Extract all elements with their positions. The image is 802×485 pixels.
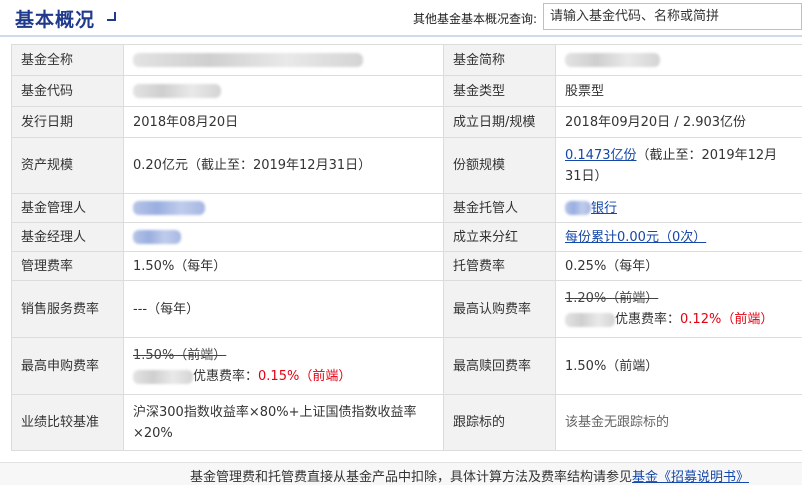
label-mgmt-fee: 管理费率	[11, 251, 124, 281]
footer-text: 基金管理费和托管费直接从基金产品中扣除，具体计算方法及费率结构请参见	[190, 470, 633, 485]
label-full-name: 基金全称	[11, 44, 124, 76]
page-title: 基本概况	[15, 9, 96, 31]
label-share-scale: 份额规模	[443, 137, 556, 194]
label-fund-code: 基金代码	[11, 75, 124, 107]
label-fund-manager: 基金经理人	[11, 222, 124, 252]
footer-note: 基金管理费和托管费直接从基金产品中扣除，具体计算方法及费率结构请参见基金《招募说…	[0, 462, 802, 485]
label-custodian: 基金托管人	[443, 193, 556, 223]
value-establish: 2018年09月20日 / 2.903亿份	[555, 106, 802, 138]
share-scale-link[interactable]: 0.1473亿份	[565, 148, 637, 163]
value-custodian: 银行	[555, 193, 802, 223]
label-fund-type: 基金类型	[443, 75, 556, 107]
label-max-purchase: 最高申购费率	[11, 337, 124, 395]
label-custody-fee: 托管费率	[443, 251, 556, 281]
corner-arrow-icon	[107, 12, 116, 21]
custodian-link[interactable]: 银行	[565, 201, 617, 216]
purchase-discount: 优惠费率：0.15%（前端）	[133, 366, 434, 387]
table-row: 销售服务费率 ---（每年） 最高认购费率 1.20%（前端） 优惠费率：0.1…	[11, 280, 802, 338]
value-mgmt-fee: 1.50%（每年）	[123, 251, 444, 281]
value-manager	[123, 193, 444, 223]
label-establish: 成立日期/规模	[443, 106, 556, 138]
label-manager: 基金管理人	[11, 193, 124, 223]
value-max-redeem: 1.50%（前端）	[555, 337, 802, 395]
value-custody-fee: 0.25%（每年）	[555, 251, 802, 281]
value-sales-fee: ---（每年）	[123, 280, 444, 338]
label-short-name: 基金简称	[443, 44, 556, 76]
fund-info-table: 基金全称 基金简称 基金代码 基金类型 股票型 发行日期 2018年08月20日…	[11, 44, 802, 451]
table-row: 资产规模 0.20亿元（截止至：2019年12月31日） 份额规模 0.1473…	[11, 137, 802, 194]
label-benchmark: 业绩比较基准	[11, 394, 124, 451]
table-row: 基金代码 基金类型 股票型	[11, 75, 802, 107]
table-row: 业绩比较基准 沪深300指数收益率×80%+上证国债指数收益率×20% 跟踪标的…	[11, 394, 802, 451]
label-sales-fee: 销售服务费率	[11, 280, 124, 338]
table-row: 基金管理人 基金托管人 银行	[11, 193, 802, 223]
table-row: 管理费率 1.50%（每年） 托管费率 0.25%（每年）	[11, 251, 802, 281]
value-tracking: 该基金无跟踪标的	[555, 394, 802, 451]
table-row: 最高申购费率 1.50%（前端） 优惠费率：0.15%（前端） 最高赎回费率 1…	[11, 337, 802, 395]
subscribe-original-rate: 1.20%（前端）	[565, 291, 659, 306]
value-short-name	[555, 44, 802, 76]
value-benchmark: 沪深300指数收益率×80%+上证国债指数收益率×20%	[123, 394, 444, 451]
value-fund-code	[123, 75, 444, 107]
label-max-subscribe: 最高认购费率	[443, 280, 556, 338]
table-row: 发行日期 2018年08月20日 成立日期/规模 2018年09月20日 / 2…	[11, 106, 802, 138]
purchase-original-rate: 1.50%（前端）	[133, 348, 227, 363]
label-max-redeem: 最高赎回费率	[443, 337, 556, 395]
value-max-purchase: 1.50%（前端） 优惠费率：0.15%（前端）	[123, 337, 444, 395]
value-max-subscribe: 1.20%（前端） 优惠费率：0.12%（前端）	[555, 280, 802, 338]
table-row: 基金全称 基金简称	[11, 44, 802, 76]
value-issue-date: 2018年08月20日	[123, 106, 444, 138]
label-issue-date: 发行日期	[11, 106, 124, 138]
value-full-name	[123, 44, 444, 76]
value-fund-manager	[123, 222, 444, 252]
prospectus-link[interactable]: 基金《招募说明书》	[632, 470, 749, 485]
fund-query-label: 其他基金基本概况查询:	[413, 12, 538, 26]
value-asset-scale: 0.20亿元（截止至：2019年12月31日）	[123, 137, 444, 194]
label-dividend: 成立来分红	[443, 222, 556, 252]
table-row: 基金经理人 成立来分红 每份累计0.00元（0次）	[11, 222, 802, 252]
label-asset-scale: 资产规模	[11, 137, 124, 194]
dividend-link[interactable]: 每份累计0.00元（0次）	[565, 230, 706, 245]
value-share-scale: 0.1473亿份（截止至：2019年12月31日）	[555, 137, 802, 194]
label-tracking: 跟踪标的	[443, 394, 556, 451]
fund-search-input[interactable]	[543, 3, 802, 30]
subscribe-discount: 优惠费率：0.12%（前端）	[565, 309, 793, 330]
value-dividend: 每份累计0.00元（0次）	[555, 222, 802, 252]
value-fund-type: 股票型	[555, 75, 802, 107]
header-bar: 基本概况 其他基金基本概况查询:	[0, 0, 802, 37]
